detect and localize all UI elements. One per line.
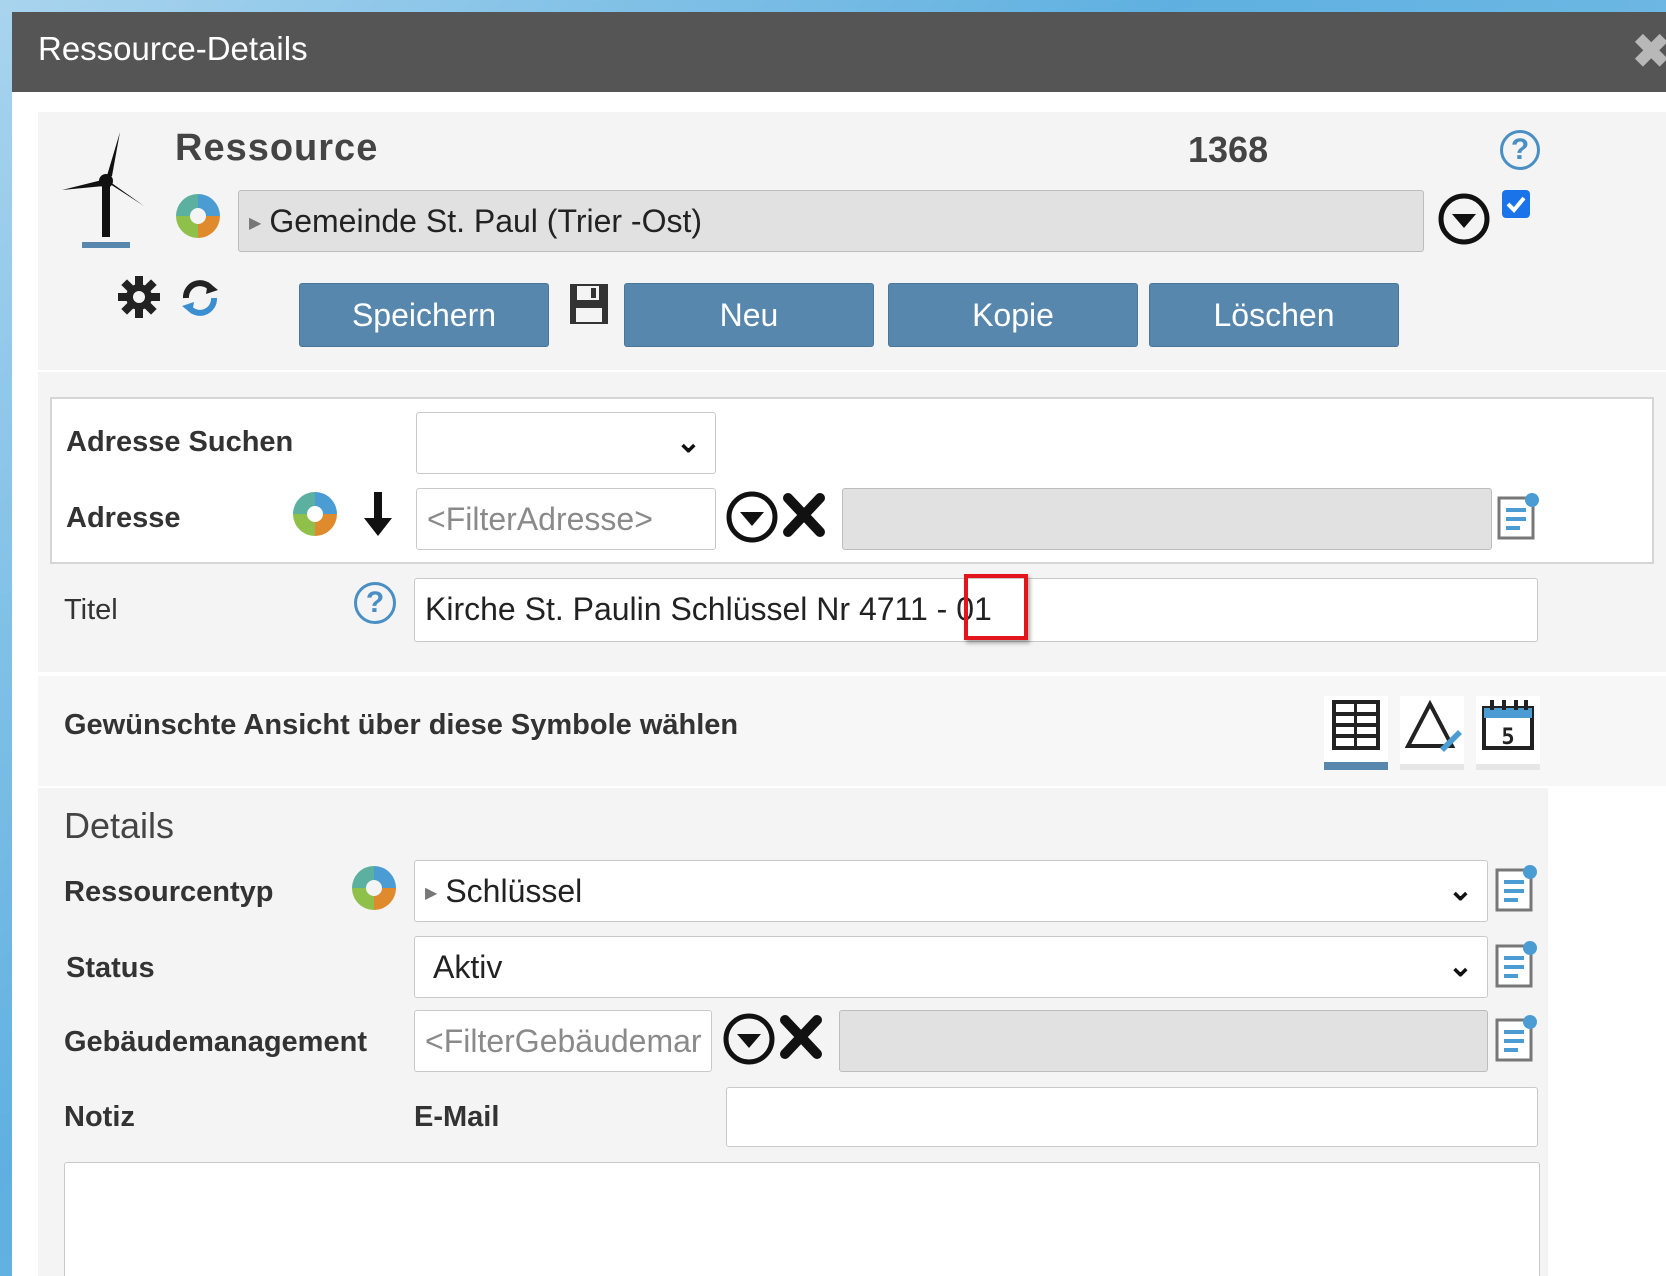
address-filter-input[interactable]: <FilterAdresse> xyxy=(416,488,716,550)
resource-type-wheel-icon[interactable] xyxy=(348,862,400,914)
title-help-icon[interactable]: ? xyxy=(354,582,396,624)
address-notes-icon[interactable] xyxy=(1496,490,1542,542)
delete-button[interactable]: Löschen xyxy=(1149,283,1399,347)
resource-type-value: Schlüssel xyxy=(445,873,583,909)
select-circle-icon[interactable] xyxy=(1437,192,1491,246)
status-select[interactable]: Aktiv ⌄ xyxy=(414,936,1488,998)
floppy-disk-icon[interactable] xyxy=(568,282,610,326)
resource-id: 1368 xyxy=(1188,129,1269,170)
address-lookup-wheel-icon[interactable] xyxy=(289,488,341,540)
resource-details-dialog: Ressource-Details ✖ Ressource 1368 ? ▶ Ge… xyxy=(12,12,1666,1276)
resource-type-notes-icon[interactable] xyxy=(1494,862,1540,914)
lookup-wheel-icon[interactable] xyxy=(172,190,224,242)
parent-field[interactable]: ▶ Gemeinde St. Paul (Trier -Ost) xyxy=(238,190,1424,252)
address-search-select[interactable]: ⌄ xyxy=(416,412,716,474)
gear-icon[interactable] xyxy=(116,274,162,320)
chevron-down-icon: ⌄ xyxy=(675,426,701,459)
wind-turbine-icon xyxy=(62,132,144,248)
email-label: E-Mail xyxy=(414,1101,500,1133)
building-value-field xyxy=(839,1010,1488,1072)
resource-label: Ressource xyxy=(175,127,379,169)
list-view-icon[interactable] xyxy=(1324,696,1388,770)
note-label: Notiz xyxy=(64,1101,135,1133)
email-input[interactable] xyxy=(726,1087,1538,1147)
address-clear-icon[interactable] xyxy=(782,492,826,538)
window-title: Ressource-Details xyxy=(38,30,308,67)
new-button[interactable]: Neu xyxy=(624,283,874,347)
title-label: Titel xyxy=(64,594,118,626)
address-search-label: Adresse Suchen xyxy=(66,426,294,458)
address-value-field xyxy=(842,488,1492,550)
active-checkbox[interactable] xyxy=(1502,190,1530,218)
checkmark-icon xyxy=(1506,196,1526,213)
highlight-box xyxy=(964,574,1028,640)
address-select-circle-icon[interactable] xyxy=(725,490,779,544)
address-filter-placeholder: <FilterAdresse> xyxy=(427,501,653,537)
resource-type-select[interactable]: ▶ Schlüssel ⌄ xyxy=(414,860,1488,922)
chevron-down-icon: ⌄ xyxy=(1447,874,1473,907)
arrow-down-icon[interactable] xyxy=(362,490,394,540)
note-textarea[interactable] xyxy=(64,1162,1540,1276)
sync-icon[interactable] xyxy=(178,276,222,320)
expand-triangle-icon: ▶ xyxy=(425,884,438,902)
building-select-circle-icon[interactable] xyxy=(722,1012,776,1066)
building-filter-input[interactable]: <FilterGebäudemar xyxy=(414,1010,712,1072)
resource-type-label: Ressourcentyp xyxy=(64,876,274,908)
status-label: Status xyxy=(66,952,155,984)
status-notes-icon[interactable] xyxy=(1494,938,1540,990)
address-label: Adresse xyxy=(66,502,181,534)
view-hint: Gewünschte Ansicht über diese Symbole wä… xyxy=(64,709,739,741)
building-clear-icon[interactable] xyxy=(779,1014,823,1060)
save-button[interactable]: Speichern xyxy=(299,283,549,347)
building-filter-placeholder: <FilterGebäudemar xyxy=(425,1023,702,1059)
calendar-view-icon[interactable]: 5 xyxy=(1476,696,1540,770)
help-icon[interactable]: ? xyxy=(1500,130,1540,170)
calendar-number: 5 xyxy=(1501,725,1514,750)
parent-value: Gemeinde St. Paul (Trier -Ost) xyxy=(269,203,703,239)
building-label: Gebäudemanagement xyxy=(64,1026,367,1058)
copy-button[interactable]: Kopie xyxy=(888,283,1138,347)
chevron-down-icon: ⌄ xyxy=(1447,950,1473,983)
details-heading: Details xyxy=(64,805,175,846)
building-notes-icon[interactable] xyxy=(1494,1012,1540,1064)
status-value: Aktiv xyxy=(433,949,503,985)
close-icon[interactable]: ✖ xyxy=(1632,24,1666,78)
title-value: Kirche St. Paulin Schlüssel Nr 4711 - 01 xyxy=(425,591,992,627)
titlebar: Ressource-Details ✖ xyxy=(12,12,1666,92)
expand-triangle-icon: ▶ xyxy=(249,214,262,232)
map-view-icon[interactable] xyxy=(1400,696,1464,770)
